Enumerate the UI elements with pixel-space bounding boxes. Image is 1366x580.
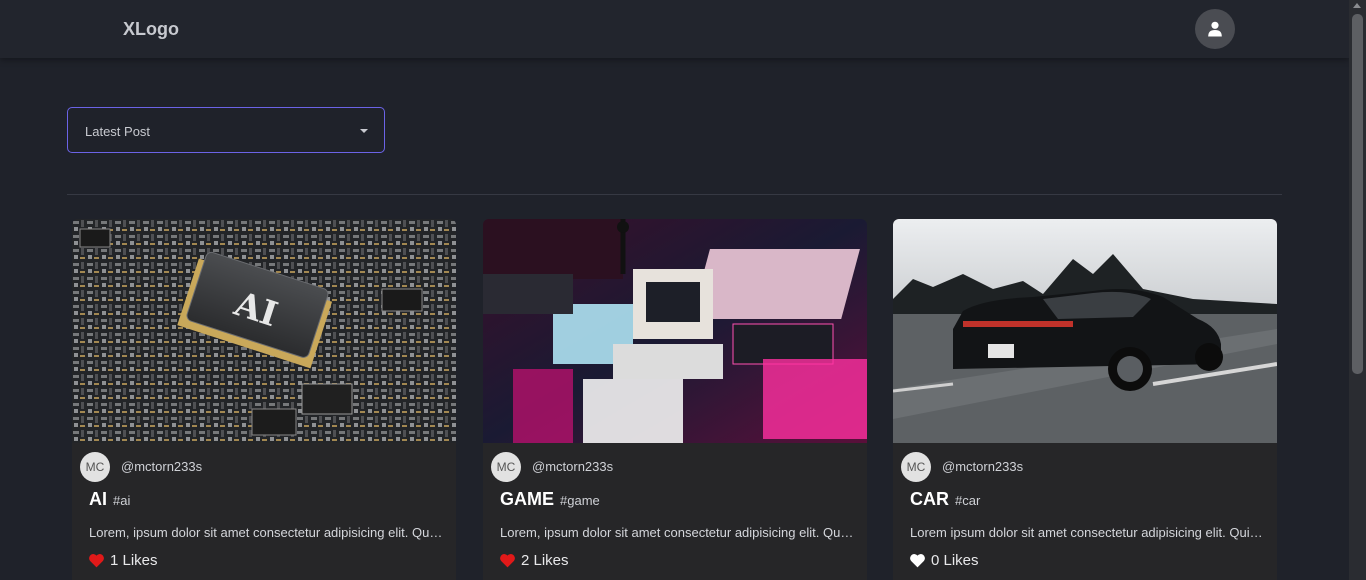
post-title-text: AI [89,489,107,509]
post-card[interactable]: MC @mctorn233s CAR #car Lorem ipsum dolor… [893,219,1277,580]
avatar[interactable]: MC [491,452,521,482]
avatar[interactable]: MC [80,452,110,482]
heart-icon [89,553,104,567]
post-image-ai-chip[interactable]: AI [72,219,456,443]
likes-count: 1 Likes [110,551,158,569]
caret-down-icon [360,129,368,133]
post-title: GAME #game [500,489,600,510]
post-title: CAR #car [910,489,980,510]
post-tag[interactable]: #ai [113,493,130,508]
sort-select-value: Latest Post [85,124,151,139]
like-button[interactable]: 2 Likes [499,551,569,569]
post-description: Lorem ipsum dolor sit amet consectetur a… [910,525,1266,540]
post-image-retro-computers[interactable] [483,219,867,443]
username[interactable]: @mctorn233s [121,459,202,474]
user-icon [1208,21,1222,37]
post-title: AI #ai [89,489,130,510]
post-tag[interactable]: #car [955,493,980,508]
likes-count: 2 Likes [521,551,569,569]
post-card[interactable]: AI MC @mctorn233s AI #ai Lorem, ipsum dol… [72,219,456,580]
page-scrollbar[interactable] [1349,0,1366,580]
post-tag[interactable]: #game [560,493,600,508]
post-title-text: GAME [500,489,554,509]
like-button[interactable]: 1 Likes [88,551,158,569]
post-image-sports-car[interactable] [893,219,1277,443]
post-title-text: CAR [910,489,949,509]
avatar[interactable]: MC [901,452,931,482]
sort-select[interactable]: Latest Post [67,107,385,153]
scrollbar-thumb[interactable] [1352,14,1363,374]
username[interactable]: @mctorn233s [532,459,613,474]
page: XLogo Latest Post AI MC @mctorn233s AI #… [0,0,1366,580]
likes-count: 0 Likes [931,551,979,569]
scroll-up-icon[interactable] [1353,3,1361,8]
post-description: Lorem, ipsum dolor sit amet consectetur … [89,525,445,540]
heart-icon [500,553,515,567]
logo[interactable]: XLogo [123,19,179,40]
divider [67,194,1282,195]
like-button[interactable]: 0 Likes [909,551,979,569]
post-description: Lorem, ipsum dolor sit amet consectetur … [500,525,856,540]
username[interactable]: @mctorn233s [942,459,1023,474]
heart-icon [910,553,925,567]
profile-button[interactable] [1195,9,1235,49]
post-card[interactable]: MC @mctorn233s GAME #game Lorem, ipsum do… [483,219,867,580]
top-navbar: XLogo [0,0,1349,58]
